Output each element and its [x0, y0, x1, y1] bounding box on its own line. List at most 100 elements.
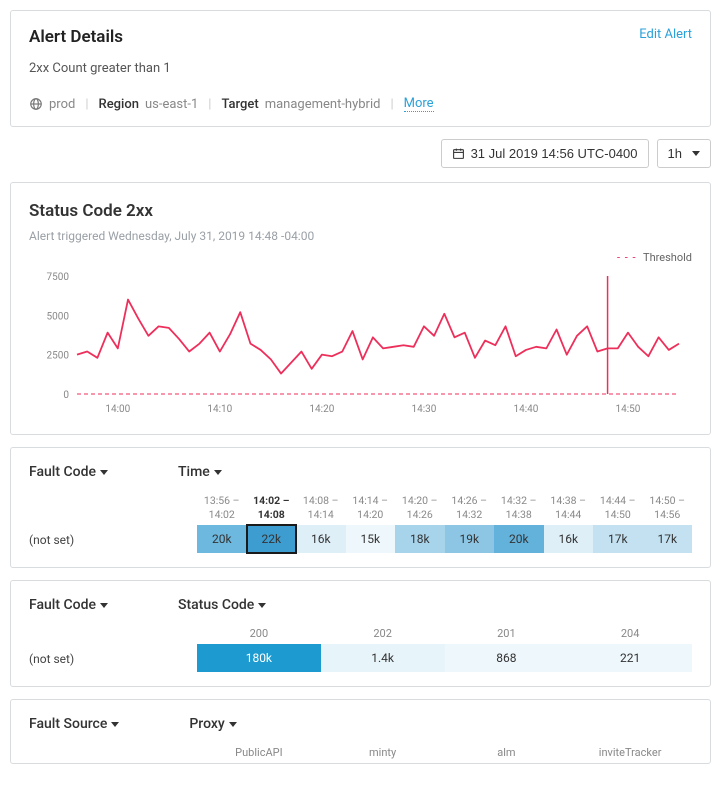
alert-details-card: Alert Details Edit Alert 2xx Count great… [10, 10, 711, 127]
globe-icon [29, 97, 43, 111]
time-header-cell: 14:20 –14:26 [395, 494, 445, 525]
svg-text:5000: 5000 [47, 311, 70, 322]
status-data-cell[interactable]: 868 [445, 644, 569, 672]
threshold-dash-icon: - - - [617, 251, 637, 264]
svg-text:14:30: 14:30 [411, 404, 436, 415]
time-header-cell: 14:32 –14:38 [494, 494, 544, 525]
status-data-cell[interactable]: 221 [568, 644, 692, 672]
row-label: (not set) [29, 644, 197, 666]
controls-row: 31 Jul 2019 14:56 UTC-0400 1h [10, 139, 711, 168]
column-label: Status Code [178, 597, 254, 613]
svg-text:14:40: 14:40 [513, 404, 538, 415]
time-data-cell[interactable]: 16k [296, 525, 346, 553]
chart-subtitle: Alert triggered Wednesday, July 31, 2019… [29, 229, 692, 243]
status-data-cell[interactable]: 180k [197, 644, 321, 672]
legend-threshold-label: Threshold [643, 251, 692, 264]
dimension-label: Fault Code [29, 464, 96, 480]
dimension-dropdown[interactable]: Fault Code [29, 464, 108, 480]
separator: | [208, 97, 211, 112]
column-dropdown[interactable]: Time [178, 464, 222, 480]
caret-down-icon [100, 603, 108, 608]
proxy-headers: PublicAPImintyalminviteTracker [197, 746, 692, 759]
separator: | [390, 97, 393, 112]
time-header-cell: 13:56 –14:02 [197, 494, 247, 525]
status-header-cell: 202 [321, 627, 445, 644]
faultsource-proxy-card: Fault Source Proxy PublicAPImintyalminvi… [10, 699, 711, 764]
time-data-cell[interactable]: 17k [593, 525, 643, 553]
alert-title: Alert Details [29, 27, 123, 47]
status-headers: 200202201204 [197, 627, 692, 644]
svg-text:14:10: 14:10 [207, 404, 232, 415]
column-label: Time [178, 464, 210, 480]
time-header-cell: 14:08 –14:14 [296, 494, 346, 525]
status-header-cell: 200 [197, 627, 321, 644]
time-header-cell: 14:02 –14:08 [247, 494, 297, 525]
time-cells: 20k22k16k15k18k19k20k16k17k17k [197, 525, 692, 553]
chart-title: Status Code 2xx [29, 201, 692, 221]
region-value: us-east-1 [145, 97, 198, 112]
dimension-label: Fault Source [29, 716, 107, 732]
time-data-cell[interactable]: 20k [494, 525, 544, 553]
proxy-header-cell: inviteTracker [568, 746, 692, 759]
spacer [29, 494, 197, 502]
region-label: Region [99, 97, 139, 112]
time-data-cell[interactable]: 19k [445, 525, 495, 553]
faultcode-status-card: Fault Code Status Code 200202201204 (not… [10, 580, 711, 687]
alert-meta-row: prod | Region us-east-1 | Target managem… [29, 96, 692, 112]
status-header-cell: 204 [568, 627, 692, 644]
status-header-cell: 201 [445, 627, 569, 644]
line-chart-svg: 0 2500 5000 7500 14:00 14:10 14:20 14:30 14:40 14… [29, 270, 689, 420]
chart-legend: - - - Threshold [29, 251, 692, 264]
datetime-picker-button[interactable]: 31 Jul 2019 14:56 UTC-0400 [441, 139, 649, 168]
chart-area: 0 2500 5000 7500 14:00 14:10 14:20 14:30 14:40 14… [29, 270, 692, 424]
column-dropdown[interactable]: Status Code [178, 597, 266, 613]
edit-alert-link[interactable]: Edit Alert [639, 27, 692, 42]
svg-text:14:50: 14:50 [616, 404, 641, 415]
column-label: Proxy [189, 716, 224, 732]
time-data-cell[interactable]: 20k [197, 525, 247, 553]
caret-down-icon [258, 603, 266, 608]
caret-down-icon [111, 722, 119, 727]
faultcode-time-card: Fault Code Time 13:56 –14:0214:02 –14:08… [10, 447, 711, 568]
svg-text:7500: 7500 [47, 272, 70, 283]
time-headers: 13:56 –14:0214:02 –14:0814:08 –14:1414:1… [197, 494, 692, 525]
svg-text:14:00: 14:00 [105, 404, 130, 415]
time-header-cell: 14:44 –14:50 [593, 494, 643, 525]
calendar-icon [452, 147, 465, 160]
spacer [29, 746, 197, 754]
caret-down-icon [229, 722, 237, 727]
dimension-label: Fault Code [29, 597, 96, 613]
svg-text:2500: 2500 [47, 351, 70, 362]
dimension-dropdown[interactable]: Fault Code [29, 597, 108, 613]
time-data-cell[interactable]: 16k [544, 525, 594, 553]
more-link[interactable]: More [404, 96, 434, 112]
alert-description: 2xx Count greater than 1 [29, 61, 692, 76]
row-label: (not set) [29, 525, 197, 547]
proxy-header-cell: PublicAPI [197, 746, 321, 759]
status-data-cell[interactable]: 1.4k [321, 644, 445, 672]
time-data-cell[interactable]: 22k [247, 525, 297, 553]
time-data-cell[interactable]: 18k [395, 525, 445, 553]
target-label: Target [221, 97, 258, 112]
datetime-text: 31 Jul 2019 14:56 UTC-0400 [471, 146, 638, 161]
dimension-dropdown[interactable]: Fault Source [29, 716, 119, 732]
time-data-cell[interactable]: 17k [643, 525, 693, 553]
spacer [29, 627, 197, 635]
time-header-cell: 14:38 –14:44 [544, 494, 594, 525]
chart-card: Status Code 2xx Alert triggered Wednesda… [10, 182, 711, 435]
proxy-header-cell: minty [321, 746, 445, 759]
caret-down-icon [214, 470, 222, 475]
svg-text:14:20: 14:20 [309, 404, 334, 415]
range-text: 1h [668, 146, 682, 161]
svg-text:0: 0 [63, 390, 69, 401]
time-header-cell: 14:14 –14:20 [346, 494, 396, 525]
range-picker-button[interactable]: 1h [657, 139, 711, 168]
alert-env: prod [49, 97, 75, 112]
column-dropdown[interactable]: Proxy [189, 716, 236, 732]
target-value: management-hybrid [265, 97, 381, 112]
caret-down-icon [100, 470, 108, 475]
status-cells: 180k1.4k868221 [197, 644, 692, 672]
time-data-cell[interactable]: 15k [346, 525, 396, 553]
caret-down-icon [692, 151, 700, 156]
proxy-header-cell: alm [445, 746, 569, 759]
